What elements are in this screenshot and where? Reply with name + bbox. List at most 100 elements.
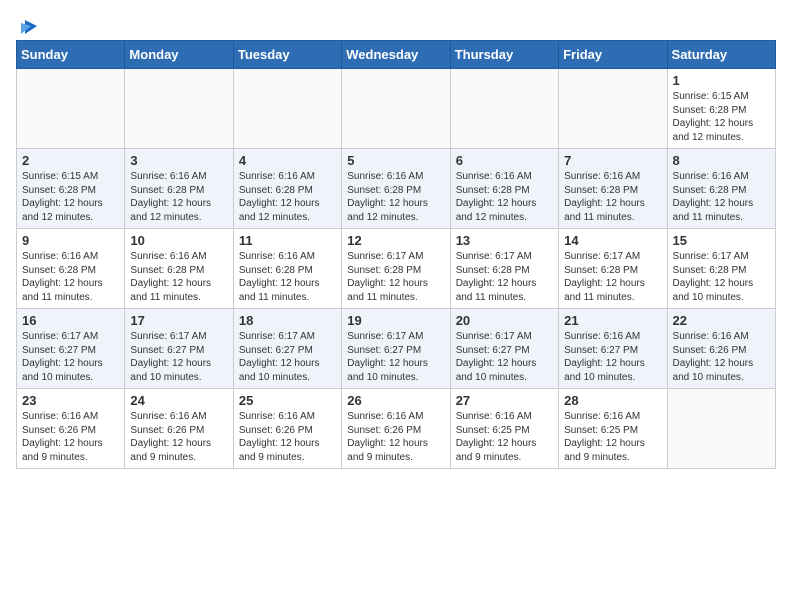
day-number: 11 [239,233,336,248]
calendar-cell: 9 Sunrise: 6:16 AM Sunset: 6:28 PM Daylig… [17,229,125,309]
calendar-cell: 10 Sunrise: 6:16 AM Sunset: 6:28 PM Dayli… [125,229,233,309]
calendar-cell: 18 Sunrise: 6:17 AM Sunset: 6:27 PM Dayli… [233,309,341,389]
day-number: 18 [239,313,336,328]
calendar-cell: 21 Sunrise: 6:16 AM Sunset: 6:27 PM Dayli… [559,309,667,389]
calendar-cell: 4 Sunrise: 6:16 AM Sunset: 6:28 PM Daylig… [233,149,341,229]
day-number: 3 [130,153,227,168]
day-info: Sunrise: 6:17 AM Sunset: 6:27 PM Dayligh… [130,330,227,384]
day-info: Sunrise: 6:16 AM Sunset: 6:28 PM Dayligh… [347,170,444,224]
weekday-header-monday: Monday [125,41,233,69]
day-info: Sunrise: 6:16 AM Sunset: 6:25 PM Dayligh… [456,410,553,464]
day-info: Sunrise: 6:16 AM Sunset: 6:27 PM Dayligh… [564,330,661,384]
calendar-cell [17,69,125,149]
day-info: Sunrise: 6:16 AM Sunset: 6:28 PM Dayligh… [130,170,227,224]
day-info: Sunrise: 6:16 AM Sunset: 6:26 PM Dayligh… [130,410,227,464]
day-info: Sunrise: 6:16 AM Sunset: 6:28 PM Dayligh… [456,170,553,224]
calendar-cell: 8 Sunrise: 6:16 AM Sunset: 6:28 PM Daylig… [667,149,775,229]
day-number: 23 [22,393,119,408]
day-info: Sunrise: 6:17 AM Sunset: 6:27 PM Dayligh… [22,330,119,384]
calendar-cell: 19 Sunrise: 6:17 AM Sunset: 6:27 PM Dayli… [342,309,450,389]
page-header [16,16,776,32]
calendar-cell: 5 Sunrise: 6:16 AM Sunset: 6:28 PM Daylig… [342,149,450,229]
day-number: 25 [239,393,336,408]
weekday-header-friday: Friday [559,41,667,69]
calendar-cell [342,69,450,149]
weekday-header-saturday: Saturday [667,41,775,69]
calendar-cell: 15 Sunrise: 6:17 AM Sunset: 6:28 PM Dayli… [667,229,775,309]
calendar-cell: 6 Sunrise: 6:16 AM Sunset: 6:28 PM Daylig… [450,149,558,229]
calendar-cell [667,389,775,469]
day-info: Sunrise: 6:16 AM Sunset: 6:28 PM Dayligh… [22,250,119,304]
calendar-cell: 17 Sunrise: 6:17 AM Sunset: 6:27 PM Dayli… [125,309,233,389]
day-number: 7 [564,153,661,168]
day-number: 22 [673,313,770,328]
day-info: Sunrise: 6:15 AM Sunset: 6:28 PM Dayligh… [22,170,119,224]
day-number: 28 [564,393,661,408]
day-number: 20 [456,313,553,328]
calendar-cell [559,69,667,149]
day-info: Sunrise: 6:17 AM Sunset: 6:27 PM Dayligh… [347,330,444,384]
calendar-cell [233,69,341,149]
day-number: 14 [564,233,661,248]
day-info: Sunrise: 6:16 AM Sunset: 6:28 PM Dayligh… [239,170,336,224]
calendar-cell: 27 Sunrise: 6:16 AM Sunset: 6:25 PM Dayli… [450,389,558,469]
day-info: Sunrise: 6:16 AM Sunset: 6:26 PM Dayligh… [673,330,770,384]
calendar-cell: 3 Sunrise: 6:16 AM Sunset: 6:28 PM Daylig… [125,149,233,229]
calendar-cell: 11 Sunrise: 6:16 AM Sunset: 6:28 PM Dayli… [233,229,341,309]
calendar-cell: 23 Sunrise: 6:16 AM Sunset: 6:26 PM Dayli… [17,389,125,469]
day-info: Sunrise: 6:17 AM Sunset: 6:27 PM Dayligh… [456,330,553,384]
calendar-cell: 7 Sunrise: 6:16 AM Sunset: 6:28 PM Daylig… [559,149,667,229]
day-info: Sunrise: 6:17 AM Sunset: 6:27 PM Dayligh… [239,330,336,384]
day-info: Sunrise: 6:16 AM Sunset: 6:28 PM Dayligh… [239,250,336,304]
day-number: 16 [22,313,119,328]
day-number: 27 [456,393,553,408]
calendar-cell: 20 Sunrise: 6:17 AM Sunset: 6:27 PM Dayli… [450,309,558,389]
calendar-cell: 24 Sunrise: 6:16 AM Sunset: 6:26 PM Dayli… [125,389,233,469]
day-number: 2 [22,153,119,168]
day-number: 9 [22,233,119,248]
weekday-header-sunday: Sunday [17,41,125,69]
day-number: 10 [130,233,227,248]
calendar-cell: 28 Sunrise: 6:16 AM Sunset: 6:25 PM Dayli… [559,389,667,469]
calendar-cell: 2 Sunrise: 6:15 AM Sunset: 6:28 PM Daylig… [17,149,125,229]
day-number: 26 [347,393,444,408]
day-info: Sunrise: 6:16 AM Sunset: 6:28 PM Dayligh… [130,250,227,304]
day-number: 1 [673,73,770,88]
day-info: Sunrise: 6:16 AM Sunset: 6:26 PM Dayligh… [22,410,119,464]
weekday-header-wednesday: Wednesday [342,41,450,69]
calendar-cell: 12 Sunrise: 6:17 AM Sunset: 6:28 PM Dayli… [342,229,450,309]
calendar-cell: 14 Sunrise: 6:17 AM Sunset: 6:28 PM Dayli… [559,229,667,309]
day-info: Sunrise: 6:16 AM Sunset: 6:28 PM Dayligh… [564,170,661,224]
day-info: Sunrise: 6:15 AM Sunset: 6:28 PM Dayligh… [673,90,770,144]
day-number: 5 [347,153,444,168]
day-info: Sunrise: 6:16 AM Sunset: 6:28 PM Dayligh… [673,170,770,224]
day-info: Sunrise: 6:16 AM Sunset: 6:26 PM Dayligh… [239,410,336,464]
day-number: 6 [456,153,553,168]
calendar-cell: 1 Sunrise: 6:15 AM Sunset: 6:28 PM Daylig… [667,69,775,149]
calendar-cell: 16 Sunrise: 6:17 AM Sunset: 6:27 PM Dayli… [17,309,125,389]
day-number: 19 [347,313,444,328]
day-info: Sunrise: 6:17 AM Sunset: 6:28 PM Dayligh… [564,250,661,304]
day-number: 24 [130,393,227,408]
day-info: Sunrise: 6:16 AM Sunset: 6:25 PM Dayligh… [564,410,661,464]
calendar-cell: 22 Sunrise: 6:16 AM Sunset: 6:26 PM Dayli… [667,309,775,389]
day-info: Sunrise: 6:16 AM Sunset: 6:26 PM Dayligh… [347,410,444,464]
day-number: 12 [347,233,444,248]
calendar-cell [450,69,558,149]
calendar-cell: 26 Sunrise: 6:16 AM Sunset: 6:26 PM Dayli… [342,389,450,469]
day-number: 21 [564,313,661,328]
calendar-cell [125,69,233,149]
weekday-header-tuesday: Tuesday [233,41,341,69]
calendar-table: SundayMondayTuesdayWednesdayThursdayFrid… [16,40,776,469]
day-number: 17 [130,313,227,328]
day-info: Sunrise: 6:17 AM Sunset: 6:28 PM Dayligh… [673,250,770,304]
day-number: 4 [239,153,336,168]
day-number: 15 [673,233,770,248]
day-info: Sunrise: 6:17 AM Sunset: 6:28 PM Dayligh… [347,250,444,304]
day-number: 8 [673,153,770,168]
logo [16,16,39,32]
calendar-cell: 25 Sunrise: 6:16 AM Sunset: 6:26 PM Dayli… [233,389,341,469]
weekday-header-thursday: Thursday [450,41,558,69]
logo-icon [17,16,39,38]
day-number: 13 [456,233,553,248]
